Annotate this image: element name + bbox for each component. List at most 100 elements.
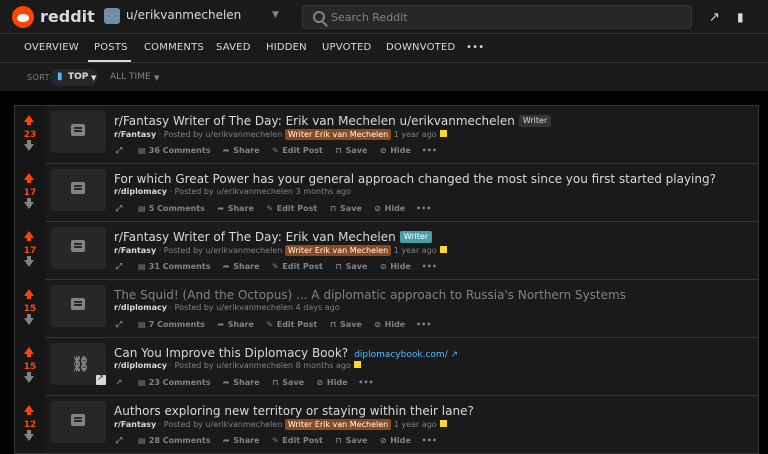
hide-button[interactable]: ⊘ Hide — [315, 378, 348, 387]
downvote-icon[interactable] — [24, 314, 34, 325]
tab-posts[interactable]: POSTS — [94, 42, 128, 53]
post-card[interactable]: 17 r/Fantasy Writer of The Day: Erik van… — [15, 222, 758, 280]
post-title-text[interactable]: For which Great Power has your general a… — [114, 172, 716, 186]
search-input[interactable] — [331, 9, 671, 25]
edit-post-button[interactable]: ✎ Edit Post — [265, 204, 317, 213]
tab-overview[interactable]: OVERVIEW — [24, 42, 79, 53]
expand-button[interactable]: ⤢ — [114, 146, 126, 156]
subreddit-link[interactable]: r/diplomacy — [114, 303, 167, 312]
share-button[interactable]: ➦ Share — [216, 320, 254, 329]
post-title[interactable]: Can You Improve this Diplomacy Book? dipl… — [114, 346, 458, 360]
hide-button[interactable]: ⊘ Hide — [378, 262, 411, 271]
expand-button[interactable]: ⤢ — [114, 320, 126, 330]
downvote-icon[interactable] — [24, 256, 34, 267]
share-button[interactable]: ➦ Share — [221, 436, 260, 445]
upvote-icon[interactable] — [24, 231, 34, 241]
tab-downvoted[interactable]: DOWNVOTED — [386, 42, 455, 53]
subreddit-link[interactable]: r/diplomacy — [114, 187, 167, 196]
post-title[interactable]: r/Fantasy Writer of The Day: Erik van Me… — [114, 230, 433, 244]
subreddit-link[interactable]: r/Fantasy — [114, 130, 156, 139]
subreddit-link[interactable]: r/Fantasy — [114, 246, 156, 255]
brand-name[interactable]: reddit — [40, 7, 95, 26]
tab-saved[interactable]: SAVED — [216, 42, 251, 53]
edit-post-button[interactable]: ✎ Edit Post — [270, 262, 323, 271]
post-title-text[interactable]: r/Fantasy Writer of The Day: Erik van Me… — [114, 230, 396, 244]
expand-button[interactable]: ⤢ — [114, 262, 126, 272]
tab-comments[interactable]: COMMENTS — [144, 42, 204, 53]
upvote-icon[interactable] — [24, 347, 34, 357]
downvote-icon[interactable] — [24, 140, 34, 151]
hide-button[interactable]: ⊘ Hide — [373, 320, 405, 329]
post-domain-link[interactable]: diplomacybook.com/ ↗ — [354, 350, 458, 360]
share-button[interactable]: ➦ Share — [221, 378, 260, 387]
post-card[interactable]: 12 Authors exploring new territory or st… — [15, 396, 758, 453]
post-title[interactable]: The Squid! (And the Octopus) ... A diplo… — [114, 288, 626, 302]
comments-button[interactable]: ▤ 36 Comments — [137, 146, 210, 155]
open-link-button[interactable]: ↗ — [114, 378, 126, 387]
more-options-button[interactable]: ••• — [416, 320, 431, 329]
comments-button[interactable]: ▤ 31 Comments — [137, 262, 210, 271]
comments-button[interactable]: ▤ 7 Comments — [137, 320, 205, 329]
post-title[interactable]: r/Fantasy Writer of The Day: Erik van Me… — [114, 114, 552, 128]
expand-button[interactable]: ⤢ — [114, 436, 126, 446]
post-title-text[interactable]: r/Fantasy Writer of The Day: Erik van Me… — [114, 114, 515, 128]
post-thumbnail[interactable] — [51, 227, 106, 269]
post-thumbnail[interactable] — [51, 169, 106, 211]
hide-button[interactable]: ⊘ Hide — [378, 436, 411, 445]
tab-upvoted[interactable]: UPVOTED — [322, 42, 371, 53]
save-button[interactable]: ⊓ Save — [334, 436, 367, 445]
edit-post-button[interactable]: ✎ Edit Post — [270, 146, 323, 155]
save-button[interactable]: ⊓ Save — [270, 378, 304, 387]
save-button[interactable]: ⊓ Save — [328, 320, 362, 329]
reddit-logo-icon[interactable] — [12, 6, 34, 28]
user-switcher[interactable]: u/erikvanmechelen ▼ — [104, 6, 280, 28]
upvote-icon[interactable] — [24, 289, 34, 299]
more-options-button[interactable]: ••• — [422, 262, 437, 271]
downvote-icon[interactable] — [24, 430, 34, 441]
more-options-button[interactable]: ••• — [416, 204, 431, 213]
subreddit-link[interactable]: r/diplomacy — [114, 361, 167, 370]
upvote-icon[interactable] — [24, 115, 34, 125]
sort-dropdown[interactable]: ▮ TOP ▼ — [50, 69, 98, 86]
search-bar[interactable] — [302, 5, 692, 29]
post-thumbnail[interactable] — [51, 111, 106, 153]
more-options-button[interactable]: ••• — [358, 378, 373, 387]
share-button[interactable]: ➦ Share — [221, 146, 260, 155]
post-thumbnail[interactable]: ⛓ — [51, 343, 106, 385]
post-card[interactable]: 23 r/Fantasy Writer of The Day: Erik van… — [15, 106, 758, 164]
subreddit-link[interactable]: r/Fantasy — [114, 420, 156, 429]
edit-post-button[interactable]: ✎ Edit Post — [270, 436, 323, 445]
tab-hidden[interactable]: HIDDEN — [266, 42, 307, 53]
post-title[interactable]: For which Great Power has your general a… — [114, 172, 716, 186]
post-card[interactable]: 17 For which Great Power has your genera… — [15, 164, 758, 222]
save-button[interactable]: ⊓ Save — [334, 146, 367, 155]
share-button[interactable]: ➦ Share — [221, 262, 260, 271]
edit-post-button[interactable]: ✎ Edit Post — [265, 320, 317, 329]
save-button[interactable]: ⊓ Save — [334, 262, 367, 271]
time-filter[interactable]: ALL TIME — [110, 72, 151, 82]
post-title-text[interactable]: The Squid! (And the Octopus) ... A diplo… — [114, 288, 626, 302]
comments-button[interactable]: ▤ 28 Comments — [137, 436, 210, 445]
trending-icon[interactable]: ↗ — [709, 10, 720, 25]
tab-more[interactable]: ••• — [466, 42, 484, 53]
downvote-icon[interactable] — [24, 198, 34, 209]
post-title-text[interactable]: Authors exploring new territory or stayi… — [114, 404, 474, 418]
comments-button[interactable]: ▤ 5 Comments — [137, 204, 205, 213]
post-title[interactable]: Authors exploring new territory or stayi… — [114, 404, 474, 418]
stats-icon[interactable]: ▮ — [737, 10, 744, 24]
more-options-button[interactable]: ••• — [422, 436, 437, 445]
hide-button[interactable]: ⊘ Hide — [378, 146, 411, 155]
expand-button[interactable]: ⤢ — [114, 204, 126, 214]
downvote-icon[interactable] — [24, 372, 34, 383]
comments-button[interactable]: ▤ 23 Comments — [137, 378, 210, 387]
upvote-icon[interactable] — [24, 405, 34, 415]
post-thumbnail[interactable] — [51, 285, 106, 327]
hide-button[interactable]: ⊘ Hide — [373, 204, 405, 213]
save-button[interactable]: ⊓ Save — [328, 204, 362, 213]
post-thumbnail[interactable] — [51, 401, 106, 443]
upvote-icon[interactable] — [24, 173, 34, 183]
share-button[interactable]: ➦ Share — [216, 204, 254, 213]
post-title-text[interactable]: Can You Improve this Diplomacy Book? — [114, 346, 348, 360]
post-card[interactable]: 15 The Squid! (And the Octopus) ... A di… — [15, 280, 758, 338]
post-card[interactable]: 15 ⛓ Can You Improve this Diplomacy Book… — [15, 338, 758, 396]
